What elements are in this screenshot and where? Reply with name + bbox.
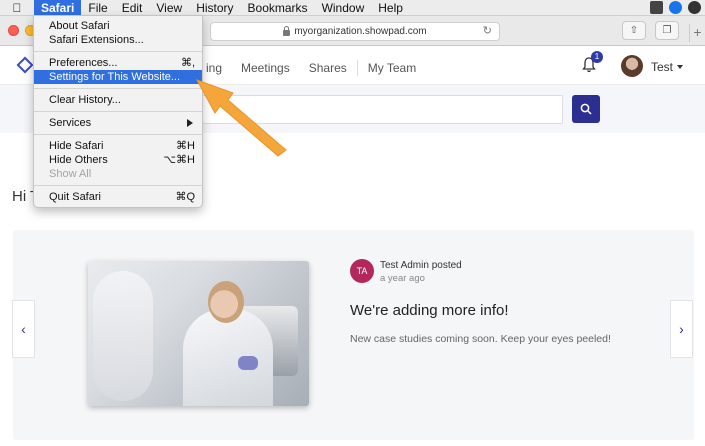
menu-help[interactable]: Help (371, 0, 410, 16)
menu-item-services[interactable]: Services (34, 116, 202, 130)
reload-icon[interactable]: ↻ (483, 24, 492, 37)
menu-item-label: Services (49, 117, 92, 129)
menu-item-hide-safari[interactable]: Hide Safari ⌘H (34, 139, 202, 153)
user-avatar[interactable] (621, 55, 643, 77)
menu-item-label: Safari Extensions... (49, 34, 144, 46)
post-author: Test Admin posted (380, 260, 462, 271)
menu-item-label: Hide Others (49, 154, 108, 166)
tabs-icon: ❐ (662, 25, 672, 36)
menu-divider (34, 111, 202, 112)
tray-wifi-icon[interactable] (688, 1, 701, 14)
macos-menubar:  Safari File Edit View History Bookmark… (0, 0, 705, 16)
nav-item-my-team[interactable]: My Team (368, 61, 416, 75)
menu-window[interactable]: Window (315, 0, 372, 16)
nav-item-partial[interactable]: ing (206, 61, 222, 75)
post-image (88, 261, 309, 406)
chevron-down-icon[interactable] (677, 65, 683, 69)
safari-menu-dropdown: About Safari Safari Extensions... Prefer… (33, 15, 203, 208)
user-name[interactable]: Test (651, 60, 673, 74)
post-timestamp: a year ago (380, 273, 425, 284)
chevron-right-icon: › (679, 321, 684, 337)
menu-edit[interactable]: Edit (115, 0, 150, 16)
notification-badge: 1 (591, 51, 603, 63)
image-scientist-head (208, 281, 244, 323)
menu-history[interactable]: History (189, 0, 240, 16)
search-input[interactable] (185, 95, 563, 124)
showpad-logo-icon[interactable] (16, 56, 34, 74)
address-bar[interactable]: myorganization.showpad.com ↻ (210, 22, 500, 41)
submenu-arrow-icon (187, 119, 193, 127)
menu-divider (34, 185, 202, 186)
close-window-icon[interactable] (8, 25, 19, 36)
menu-divider (34, 51, 202, 52)
post-body: New case studies coming soon. Keep your … (350, 333, 611, 345)
menu-item-quit-safari[interactable]: Quit Safari ⌘Q (34, 190, 202, 204)
new-tab-button[interactable]: + (689, 24, 705, 42)
lock-icon (283, 25, 291, 36)
nav-item-meetings[interactable]: Meetings (241, 61, 290, 75)
image-background-figure (93, 271, 153, 401)
menu-view[interactable]: View (149, 0, 189, 16)
menu-item-safari-extensions[interactable]: Safari Extensions... (34, 33, 202, 47)
menu-divider (34, 134, 202, 135)
tray-sync-icon[interactable] (669, 1, 682, 14)
menu-item-hide-others[interactable]: Hide Others ⌥⌘H (34, 153, 202, 167)
menu-file[interactable]: File (81, 0, 114, 16)
share-icon: ⇧ (629, 25, 639, 36)
menu-bookmarks[interactable]: Bookmarks (241, 0, 315, 16)
post-title: We're adding more info! (350, 302, 509, 319)
carousel-next-button[interactable]: › (670, 300, 693, 358)
carousel-prev-button[interactable]: ‹ (12, 300, 35, 358)
nav-divider (356, 60, 358, 76)
menu-item-label: Quit Safari (49, 191, 101, 203)
menu-item-show-all: Show All (34, 167, 202, 181)
nav-item-shares[interactable]: Shares (309, 61, 347, 75)
apple-icon[interactable]:  (0, 1, 34, 15)
menu-shortcut: ⌘, (180, 57, 195, 69)
menu-item-clear-history[interactable]: Clear History... (34, 93, 202, 107)
menu-shortcut: ⌘Q (175, 191, 195, 203)
status-tray (650, 1, 701, 14)
url-text: myorganization.showpad.com (294, 26, 427, 37)
menu-item-about-safari[interactable]: About Safari (34, 19, 202, 33)
tabs-overview-button[interactable]: ❐ (655, 21, 679, 40)
main-nav: ing Meetings Shares My Team (206, 60, 435, 76)
search-button[interactable] (572, 95, 600, 123)
image-glove (238, 356, 258, 370)
share-button[interactable]: ⇧ (622, 21, 646, 40)
image-lab-coat (183, 309, 273, 406)
menu-shortcut: ⌥⌘H (163, 154, 195, 166)
menu-item-label: Settings for This Website... (49, 71, 181, 83)
menu-shortcut: ⌘H (176, 140, 195, 152)
menu-item-label: Hide Safari (49, 140, 104, 152)
menu-item-label: Show All (49, 168, 92, 180)
menu-item-label: About Safari (49, 20, 110, 32)
menu-item-settings-for-website[interactable]: Settings for This Website... (34, 70, 202, 84)
tray-app-icon[interactable] (650, 1, 663, 14)
menu-item-label: Preferences... (49, 57, 118, 69)
search-icon (580, 103, 592, 115)
menu-safari[interactable]: Safari (34, 0, 82, 16)
menu-item-preferences[interactable]: Preferences... ⌘, (34, 56, 202, 70)
post-author-avatar: TA (350, 259, 374, 283)
menu-divider (34, 88, 202, 89)
menu-item-label: Clear History... (49, 94, 121, 106)
chevron-left-icon: ‹ (21, 321, 26, 337)
